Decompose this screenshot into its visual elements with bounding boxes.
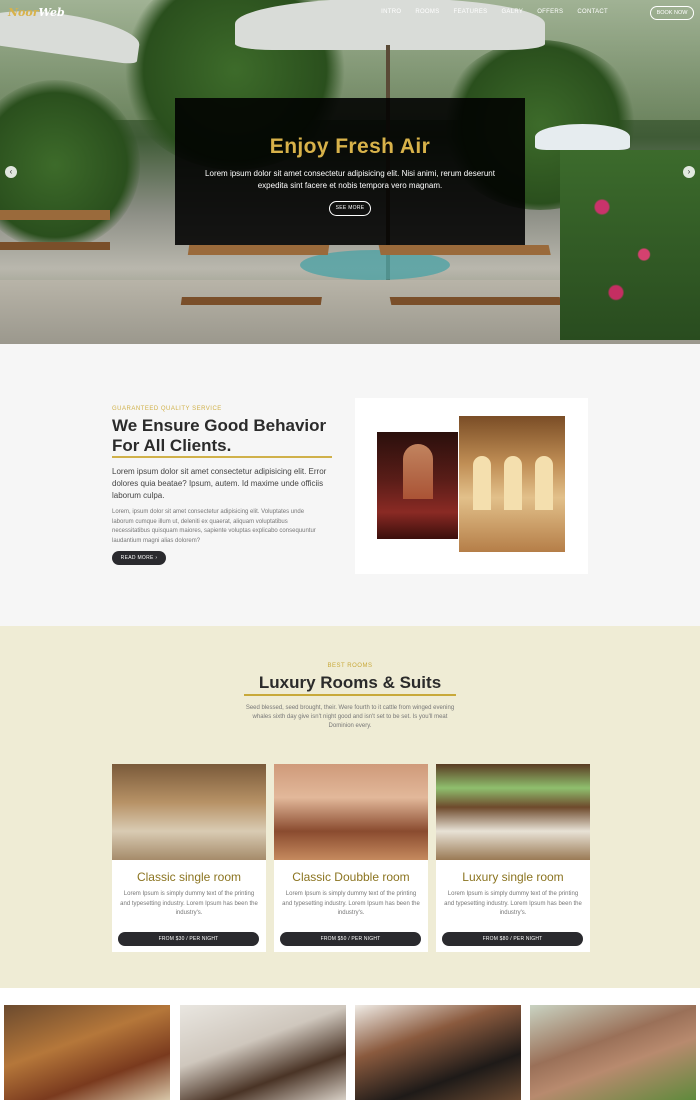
- room-photo: [274, 764, 428, 860]
- room-photo: [436, 764, 590, 860]
- about-title: We Ensure Good Behavior For All Clients.: [112, 416, 327, 455]
- room-card[interactable]: Luxury single room Lorem Ipsum is simply…: [436, 764, 590, 952]
- room-price-button[interactable]: FROM $50 / PER NIGHT: [280, 932, 421, 946]
- nav-item-contact[interactable]: CONTACT: [577, 9, 608, 15]
- read-more-button[interactable]: READ MORE ›: [112, 551, 166, 565]
- room-title: Luxury single room: [462, 870, 564, 884]
- wooden-table: [0, 210, 110, 250]
- room-title: Classic single room: [136, 870, 242, 884]
- about-eyebrow: GUARANTEED QUALITY SERVICE: [112, 406, 222, 412]
- about-section: GUARANTEED QUALITY SERVICE We Ensure Goo…: [0, 344, 700, 626]
- room-description: Lorem Ipsum is simply dummy text of the …: [282, 891, 420, 916]
- nav-menu: INTRO ROOMS FEATURES GALRY OFFERS CONTAC…: [381, 9, 608, 15]
- brand-logo[interactable]: NoorWeb: [8, 6, 65, 19]
- lounge-chair: [378, 245, 562, 305]
- hero-slider: NoorWeb INTRO ROOMS FEATURES GALRY OFFER…: [0, 0, 700, 344]
- about-text: Lorem, ipsum dolor sit amet consectetur …: [112, 509, 316, 544]
- rooms-intro: Seed blessed, seed brought, their. Were …: [245, 705, 455, 729]
- features-gallery: [0, 988, 700, 1100]
- nav-item-offers[interactable]: OFFERS: [537, 9, 563, 15]
- lobby-photo: [458, 415, 566, 553]
- room-price-button[interactable]: FROM $80 / PER NIGHT: [442, 932, 583, 946]
- chevron-left-icon[interactable]: ‹: [5, 166, 17, 178]
- read-more-label: READ MORE: [120, 555, 154, 561]
- nav-item-rooms[interactable]: ROOMS: [415, 9, 439, 15]
- about-image-card: [355, 398, 588, 574]
- rooms-eyebrow: BEST ROOMS: [327, 663, 373, 669]
- arch-window: [403, 444, 433, 499]
- food-photo[interactable]: [4, 1005, 170, 1100]
- room-card[interactable]: Classic single room Lorem Ipsum is simpl…: [112, 764, 266, 952]
- room-title: Classic Doubble room: [292, 870, 410, 884]
- family-photo[interactable]: [180, 1005, 346, 1100]
- about-lead: Lorem ipsum dolor sit amet consectetur a…: [112, 467, 327, 500]
- hall-photo: [377, 432, 459, 539]
- see-more-button[interactable]: SEE MORE: [329, 201, 371, 216]
- hero-title: Enjoy Fresh Air: [269, 135, 431, 158]
- chevron-right-icon[interactable]: ›: [683, 166, 695, 178]
- room-card[interactable]: Classic Doubble room Lorem Ipsum is simp…: [274, 764, 428, 952]
- arch-window: [473, 456, 491, 510]
- top-navbar: NoorWeb INTRO ROOMS FEATURES GALRY OFFER…: [0, 0, 700, 26]
- lounge-chair: [180, 245, 330, 305]
- nav-item-features[interactable]: FEATURES: [454, 9, 488, 15]
- chevron-right-icon: ›: [155, 555, 158, 561]
- room-description: Lorem Ipsum is simply dummy text of the …: [120, 891, 258, 916]
- rooms-title: Luxury Rooms & Suits: [258, 673, 442, 692]
- hero-caption: Enjoy Fresh Air Lorem ipsum dolor sit am…: [175, 98, 525, 245]
- room-photo: [112, 764, 266, 860]
- title-underline: [244, 694, 456, 696]
- logo-text-secondary: Web: [38, 6, 65, 19]
- logo-text-primary: Noor: [8, 6, 39, 19]
- room-description: Lorem Ipsum is simply dummy text of the …: [444, 891, 582, 916]
- flower-bush: [560, 150, 700, 340]
- rooms-section: BEST ROOMS Luxury Rooms & Suits Seed ble…: [0, 626, 700, 988]
- nav-item-gallery[interactable]: GALRY: [501, 9, 523, 15]
- book-now-button[interactable]: BOOK NOW: [650, 6, 694, 20]
- hero-text: Lorem ipsum dolor sit amet consectetur a…: [205, 169, 495, 190]
- title-underline: [112, 456, 332, 458]
- spa-photo[interactable]: [355, 1005, 521, 1100]
- umbrella: [535, 124, 630, 150]
- activity-photo[interactable]: [530, 1005, 696, 1100]
- room-price-button[interactable]: FROM $30 / PER NIGHT: [118, 932, 259, 946]
- arch-window: [504, 456, 522, 510]
- nav-item-intro[interactable]: INTRO: [381, 9, 401, 15]
- arch-window: [535, 456, 553, 510]
